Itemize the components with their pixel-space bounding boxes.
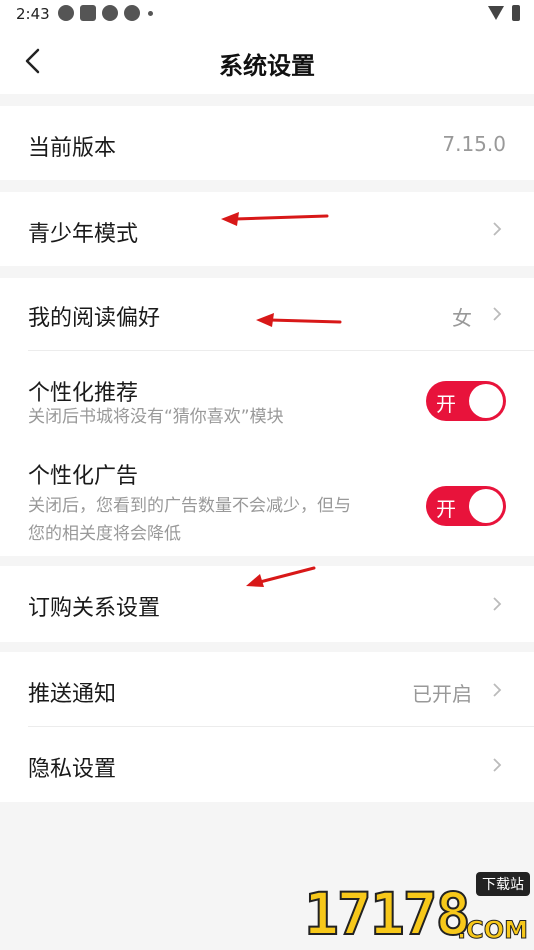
personalized-ads-row: 个性化广告 关闭后，您看到的广告数量不会减少，但与 您的相关度将会降低 开 bbox=[0, 448, 534, 556]
privacy-label: 隐私设置 bbox=[28, 757, 117, 782]
toggle-label: 开 bbox=[436, 392, 456, 416]
status-system-icons bbox=[488, 5, 520, 21]
app-icon bbox=[58, 5, 74, 21]
personalized-ads-desc-line2: 您的相关度将会降低 bbox=[28, 524, 181, 544]
watermark-domain: .COM bbox=[456, 916, 528, 945]
chevron-right-icon bbox=[493, 758, 502, 772]
push-value: 已开启 bbox=[412, 682, 472, 706]
status-notification-icons bbox=[58, 5, 153, 21]
toggle-knob bbox=[469, 384, 503, 418]
annotation-arrow-icon bbox=[256, 313, 342, 327]
watermark-logo: 17178 下载站 .COM bbox=[303, 870, 534, 950]
status-time: 2:43 bbox=[16, 5, 50, 23]
annotation-arrow-icon bbox=[246, 566, 316, 587]
version-value: 7.15.0 bbox=[442, 132, 506, 156]
personalized-rec-label: 个性化推荐 bbox=[28, 381, 139, 406]
battery-icon bbox=[512, 5, 520, 21]
teen-mode-label: 青少年模式 bbox=[28, 222, 139, 247]
notification-privacy-group: 推送通知 已开启 隐私设置 bbox=[0, 652, 534, 802]
toggle-knob bbox=[469, 489, 503, 523]
version-row: 当前版本 7.15.0 bbox=[0, 106, 534, 180]
reading-pref-value: 女 bbox=[452, 306, 472, 330]
version-group: 当前版本 7.15.0 bbox=[0, 106, 534, 180]
push-label: 推送通知 bbox=[28, 682, 117, 707]
personalized-ads-desc-line1: 关闭后，您看到的广告数量不会减少，但与 bbox=[28, 496, 351, 516]
page-title: 系统设置 bbox=[219, 52, 315, 80]
personalized-rec-toggle[interactable]: 开 bbox=[426, 381, 506, 421]
square-icon bbox=[80, 5, 96, 21]
app-icon bbox=[102, 5, 118, 21]
app-icon bbox=[124, 5, 140, 21]
annotation-arrow-icon bbox=[221, 212, 329, 226]
watermark-number: 17178 bbox=[303, 879, 472, 949]
chevron-right-icon bbox=[493, 683, 502, 697]
app-header: 系统设置 bbox=[0, 28, 534, 94]
personalized-rec-row: 个性化推荐 关闭后书城将没有“猜你喜欢”模块 开 bbox=[0, 351, 534, 447]
chevron-right-icon bbox=[493, 222, 502, 236]
dot-icon bbox=[148, 10, 153, 16]
privacy-row[interactable]: 隐私设置 bbox=[0, 727, 534, 802]
personalized-rec-desc: 关闭后书城将没有“猜你喜欢”模块 bbox=[28, 407, 284, 427]
personalized-ads-toggle[interactable]: 开 bbox=[426, 486, 506, 526]
watermark-tag: 下载站 bbox=[476, 872, 530, 896]
wifi-icon bbox=[488, 6, 504, 20]
reading-pref-label: 我的阅读偏好 bbox=[28, 306, 161, 331]
subscription-label: 订购关系设置 bbox=[28, 596, 161, 621]
push-row[interactable]: 推送通知 已开启 bbox=[0, 652, 534, 726]
toggle-label: 开 bbox=[436, 497, 456, 521]
chevron-right-icon bbox=[493, 597, 502, 611]
chevron-right-icon bbox=[493, 307, 502, 321]
personalized-ads-label: 个性化广告 bbox=[28, 464, 139, 489]
status-bar: 2:43 bbox=[0, 0, 534, 28]
version-label: 当前版本 bbox=[28, 136, 117, 161]
